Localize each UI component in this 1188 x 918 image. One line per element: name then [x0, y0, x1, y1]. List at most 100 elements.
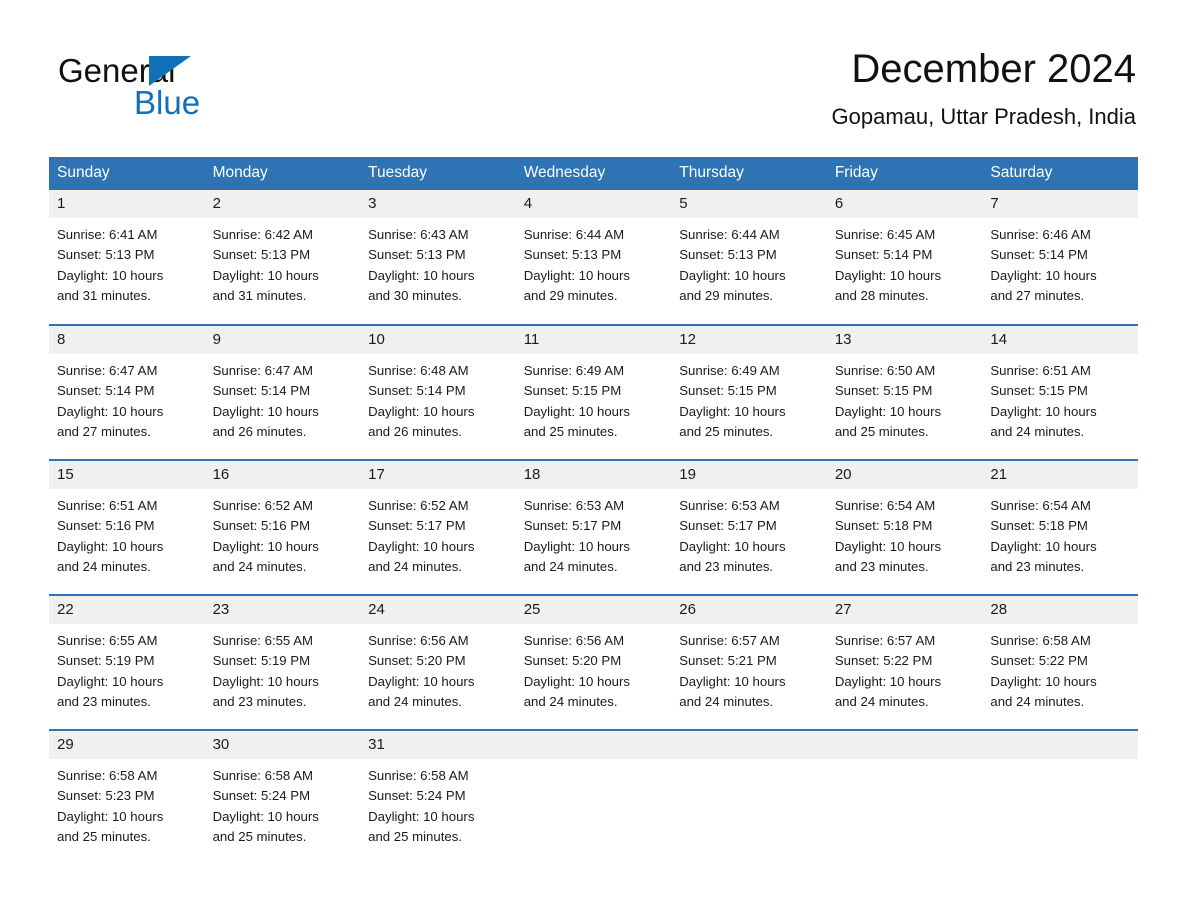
sunset-text: Sunset: 5:19 PM: [212, 653, 311, 669]
daylight-text-line2: and 24 minutes.: [368, 693, 462, 709]
calendar-day-cell[interactable]: 13 Sunrise: 6:50 AM Sunset: 5:15 PM Dayligh…: [826, 324, 983, 460]
day-details: Sunrise: 6:57 AM Sunset: 5:21 PM Daylight:…: [671, 624, 827, 712]
daylight-text-line2: and 25 minutes.: [57, 828, 151, 844]
calendar-day-cell[interactable]: 2 Sunrise: 6:42 AM Sunset: 5:13 PM Daylight…: [204, 190, 361, 325]
daylight-text-line1: Daylight: 10 hours: [212, 673, 319, 689]
sunrise-text: Sunrise: 6:44 AM: [679, 227, 780, 242]
calendar-day-cell[interactable]: 25 Sunrise: 6:56 AM Sunset: 5:20 PM Dayligh…: [515, 594, 672, 730]
calendar-day-cell[interactable]: 28 Sunrise: 6:58 AM Sunset: 5:22 PM Dayligh…: [982, 594, 1138, 730]
sunrise-text: Sunrise: 6:57 AM: [834, 633, 936, 648]
daylight-text-line1: Daylight: 10 hours: [523, 267, 630, 283]
day-number: 4: [515, 190, 672, 218]
day-details: Sunrise: 6:54 AM Sunset: 5:18 PM Daylight:…: [827, 489, 983, 577]
calendar-day-cell[interactable]: 22 Sunrise: 6:55 AM Sunset: 5:19 PM Dayligh…: [49, 594, 205, 730]
day-details: Sunrise: 6:56 AM Sunset: 5:20 PM Daylight:…: [360, 624, 516, 712]
calendar-day-cell[interactable]: 6 Sunrise: 6:45 AM Sunset: 5:14 PM Daylight…: [826, 190, 983, 325]
daylight-text-line2: and 24 minutes.: [212, 558, 307, 574]
day-number: [982, 731, 1138, 759]
calendar-day-cell[interactable]: 21 Sunrise: 6:54 AM Sunset: 5:18 PM Dayligh…: [982, 459, 1138, 595]
sunrise-text: Sunrise: 6:57 AM: [679, 633, 780, 648]
day-number: 16: [204, 461, 361, 489]
day-number: 24: [360, 596, 516, 624]
sunrise-text: Sunrise: 6:50 AM: [834, 363, 936, 378]
daylight-text-line2: and 24 minutes.: [990, 423, 1085, 439]
calendar-table: Sunday Monday Tuesday Wednesday Thursday…: [49, 157, 1138, 865]
day-details: Sunrise: 6:51 AM Sunset: 5:16 PM Daylight:…: [49, 489, 205, 577]
calendar-day-cell[interactable]: 3 Sunrise: 6:43 AM Sunset: 5:13 PM Daylight…: [360, 190, 516, 325]
day-details: Sunrise: 6:47 AM Sunset: 5:14 PM Daylight:…: [49, 354, 205, 442]
day-details: [982, 759, 1138, 766]
sunset-text: Sunset: 5:17 PM: [523, 518, 622, 534]
sunrise-text: Sunrise: 6:58 AM: [990, 633, 1091, 648]
daylight-text-line2: and 27 minutes.: [990, 287, 1085, 303]
weekday-header-sunday: Sunday: [49, 157, 205, 190]
day-details: Sunrise: 6:57 AM Sunset: 5:22 PM Daylight:…: [827, 624, 983, 712]
daylight-text-line2: and 25 minutes.: [834, 423, 929, 439]
day-number: 2: [204, 190, 361, 218]
day-details: [671, 759, 827, 766]
calendar-week-row: 15 Sunrise: 6:51 AM Sunset: 5:16 PM Dayligh…: [49, 459, 1138, 595]
day-number: [826, 731, 983, 759]
day-number: 10: [360, 326, 516, 354]
day-number: 30: [204, 731, 361, 759]
day-details: Sunrise: 6:55 AM Sunset: 5:19 PM Daylight:…: [205, 624, 361, 712]
calendar-day-cell[interactable]: 27 Sunrise: 6:57 AM Sunset: 5:22 PM Dayligh…: [826, 594, 983, 730]
daylight-text-line2: and 30 minutes.: [368, 287, 462, 303]
calendar-day-cell[interactable]: 18 Sunrise: 6:53 AM Sunset: 5:17 PM Dayligh…: [515, 459, 672, 595]
calendar-day-cell[interactable]: 19 Sunrise: 6:53 AM Sunset: 5:17 PM Dayligh…: [671, 459, 827, 595]
day-details: Sunrise: 6:49 AM Sunset: 5:15 PM Daylight:…: [516, 354, 672, 442]
weekday-header-thursday: Thursday: [671, 157, 827, 190]
day-number: 19: [671, 461, 827, 489]
day-number: 18: [515, 461, 672, 489]
sunrise-text: Sunrise: 6:52 AM: [368, 498, 469, 513]
day-number: 17: [360, 461, 516, 489]
calendar-week-row: 8 Sunrise: 6:47 AM Sunset: 5:14 PM Daylight…: [49, 324, 1138, 460]
day-number: 7: [982, 190, 1138, 218]
calendar-day-cell[interactable]: 29 Sunrise: 6:58 AM Sunset: 5:23 PM Dayligh…: [49, 729, 205, 865]
calendar-day-cell[interactable]: 4 Sunrise: 6:44 AM Sunset: 5:13 PM Daylight…: [515, 190, 672, 325]
sunset-text: Sunset: 5:24 PM: [212, 788, 311, 804]
calendar-day-cell[interactable]: 8 Sunrise: 6:47 AM Sunset: 5:14 PM Daylight…: [49, 324, 205, 460]
sunset-text: Sunset: 5:13 PM: [212, 247, 311, 263]
calendar-day-cell[interactable]: 9 Sunrise: 6:47 AM Sunset: 5:14 PM Daylight…: [204, 324, 361, 460]
sunrise-text: Sunrise: 6:53 AM: [679, 498, 780, 513]
calendar-day-cell[interactable]: 15 Sunrise: 6:51 AM Sunset: 5:16 PM Dayligh…: [49, 459, 205, 595]
day-details: Sunrise: 6:43 AM Sunset: 5:13 PM Daylight:…: [360, 218, 516, 306]
sunrise-text: Sunrise: 6:56 AM: [368, 633, 469, 648]
triangle-icon: [149, 56, 191, 86]
calendar-day-cell[interactable]: 17 Sunrise: 6:52 AM Sunset: 5:17 PM Dayligh…: [360, 459, 516, 595]
generalblue-logo[interactable]: General Blue: [58, 52, 318, 122]
weekday-header-tuesday: Tuesday: [360, 157, 516, 190]
calendar-day-cell[interactable]: 16 Sunrise: 6:52 AM Sunset: 5:16 PM Dayligh…: [204, 459, 361, 595]
calendar-day-cell[interactable]: 26 Sunrise: 6:57 AM Sunset: 5:21 PM Dayligh…: [671, 594, 827, 730]
day-number: 28: [982, 596, 1138, 624]
sunset-text: Sunset: 5:14 PM: [368, 383, 466, 399]
daylight-text-line1: Daylight: 10 hours: [57, 808, 164, 824]
calendar-day-cell[interactable]: 1 Sunrise: 6:41 AM Sunset: 5:13 PM Daylight…: [49, 190, 205, 325]
calendar-day-cell[interactable]: 30 Sunrise: 6:58 AM Sunset: 5:24 PM Dayligh…: [204, 729, 361, 865]
daylight-text-line2: and 25 minutes.: [679, 423, 774, 439]
daylight-text-line1: Daylight: 10 hours: [212, 538, 319, 554]
sunset-text: Sunset: 5:14 PM: [834, 247, 933, 263]
calendar-day-cell[interactable]: 24 Sunrise: 6:56 AM Sunset: 5:20 PM Dayligh…: [360, 594, 516, 730]
calendar-day-cell[interactable]: 10 Sunrise: 6:48 AM Sunset: 5:14 PM Dayligh…: [360, 324, 516, 460]
calendar-day-cell[interactable]: 11 Sunrise: 6:49 AM Sunset: 5:15 PM Dayligh…: [515, 324, 672, 460]
calendar-day-cell[interactable]: 23 Sunrise: 6:55 AM Sunset: 5:19 PM Dayligh…: [204, 594, 361, 730]
calendar-day-cell[interactable]: 7 Sunrise: 6:46 AM Sunset: 5:14 PM Daylight…: [982, 190, 1138, 325]
day-details: Sunrise: 6:52 AM Sunset: 5:17 PM Daylight:…: [360, 489, 516, 577]
day-details: [827, 759, 983, 766]
day-number: 22: [49, 596, 205, 624]
calendar-day-cell[interactable]: 14 Sunrise: 6:51 AM Sunset: 5:15 PM Dayligh…: [982, 324, 1138, 460]
calendar-day-cell[interactable]: 5 Sunrise: 6:44 AM Sunset: 5:13 PM Daylight…: [671, 190, 827, 325]
day-number: 3: [360, 190, 516, 218]
sunrise-text: Sunrise: 6:44 AM: [523, 227, 625, 242]
calendar-day-cell[interactable]: 12 Sunrise: 6:49 AM Sunset: 5:15 PM Dayligh…: [671, 324, 827, 460]
sunrise-text: Sunrise: 6:43 AM: [368, 227, 469, 242]
daylight-text-line2: and 25 minutes.: [212, 828, 307, 844]
calendar-day-cell[interactable]: 20 Sunrise: 6:54 AM Sunset: 5:18 PM Dayligh…: [826, 459, 983, 595]
calendar-day-cell[interactable]: 31 Sunrise: 6:58 AM Sunset: 5:24 PM Dayligh…: [360, 729, 516, 865]
sunset-text: Sunset: 5:19 PM: [57, 653, 155, 669]
daylight-text-line1: Daylight: 10 hours: [834, 673, 942, 689]
day-details: Sunrise: 6:51 AM Sunset: 5:15 PM Daylight:…: [982, 354, 1138, 442]
day-details: Sunrise: 6:45 AM Sunset: 5:14 PM Daylight:…: [827, 218, 983, 306]
